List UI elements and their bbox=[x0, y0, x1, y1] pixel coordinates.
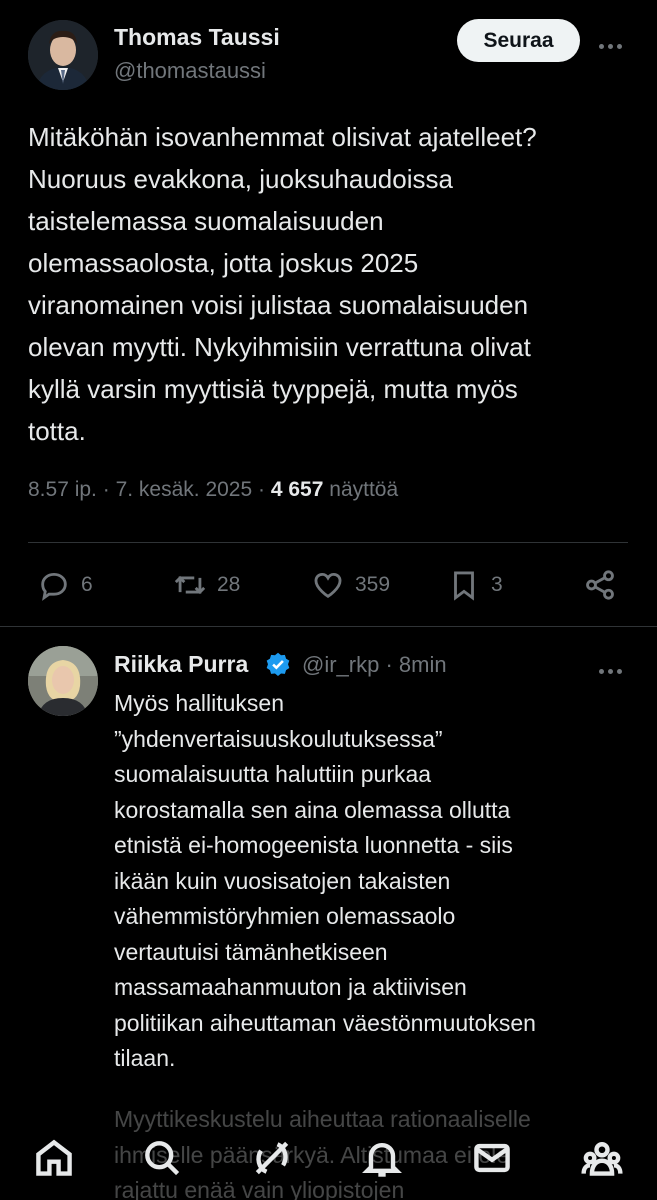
repost-button[interactable]: 28 bbox=[173, 566, 240, 604]
nav-messages[interactable] bbox=[470, 1136, 514, 1180]
tweet-date[interactable]: 7. kesäk. 2025 bbox=[116, 478, 253, 501]
avatar-image bbox=[28, 20, 98, 90]
tweet-time[interactable]: 8.57 ip. bbox=[28, 478, 97, 501]
nav-notifications[interactable] bbox=[360, 1136, 404, 1180]
views-label: näyttöä bbox=[329, 478, 399, 501]
nav-home[interactable] bbox=[32, 1136, 76, 1180]
author-name[interactable]: Thomas Taussi bbox=[114, 24, 280, 51]
reply-count: 6 bbox=[81, 573, 93, 596]
nav-communities[interactable] bbox=[580, 1136, 624, 1180]
avatar-image bbox=[28, 646, 98, 716]
author-avatar[interactable] bbox=[28, 20, 98, 90]
bookmark-button[interactable]: 3 bbox=[447, 566, 503, 604]
views-count[interactable]: 4 657 bbox=[271, 478, 324, 501]
bookmark-count: 3 bbox=[491, 573, 503, 596]
reply-more-icon[interactable] bbox=[599, 661, 629, 674]
meta-separator: · bbox=[385, 652, 393, 677]
tweet-meta: 8.57 ip. · 7. kesäk. 2025 · 4 657 näyttö… bbox=[28, 478, 398, 502]
search-icon bbox=[145, 1141, 180, 1176]
reply-icon bbox=[41, 572, 67, 601]
home-icon bbox=[36, 1139, 72, 1176]
messages-icon bbox=[474, 1143, 510, 1173]
grok-icon bbox=[255, 1141, 289, 1175]
bottom-navigation bbox=[0, 1108, 657, 1200]
communities-icon bbox=[581, 1142, 623, 1176]
repost-icon bbox=[174, 575, 206, 595]
divider bbox=[28, 542, 628, 543]
reply-author-avatar[interactable] bbox=[28, 646, 98, 716]
like-count: 359 bbox=[355, 573, 391, 596]
reply-author-handle[interactable]: @ir_rkp bbox=[302, 652, 379, 677]
repost-count: 28 bbox=[217, 573, 241, 596]
reply-meta: @ir_rkp · 8min bbox=[302, 652, 447, 678]
heart-icon bbox=[314, 572, 342, 599]
reply-time[interactable]: 8min bbox=[399, 652, 447, 677]
section-divider bbox=[0, 626, 657, 627]
tweet-text: Mitäköhän isovanhemmat olisivat ajatelle… bbox=[28, 122, 537, 446]
author-handle[interactable]: @thomastaussi bbox=[114, 58, 266, 84]
bookmark-icon bbox=[454, 571, 474, 601]
meta-separator: · bbox=[102, 478, 110, 501]
reply-text: Myös hallituksen ”yhdenvertaisuuskoulutu… bbox=[114, 690, 536, 1071]
notifications-icon bbox=[362, 1142, 402, 1177]
nav-grok[interactable] bbox=[250, 1136, 294, 1180]
share-icon bbox=[586, 570, 614, 600]
like-button[interactable]: 359 bbox=[311, 566, 390, 604]
reply-author-name[interactable]: Riikka Purra bbox=[114, 651, 248, 678]
nav-search[interactable] bbox=[140, 1136, 184, 1180]
follow-button[interactable]: Seuraa bbox=[457, 19, 580, 62]
share-button[interactable] bbox=[583, 566, 617, 604]
reply-button[interactable]: 6 bbox=[37, 566, 93, 604]
more-icon[interactable] bbox=[599, 36, 629, 49]
verified-badge-icon bbox=[266, 652, 290, 676]
meta-separator: · bbox=[258, 478, 266, 501]
